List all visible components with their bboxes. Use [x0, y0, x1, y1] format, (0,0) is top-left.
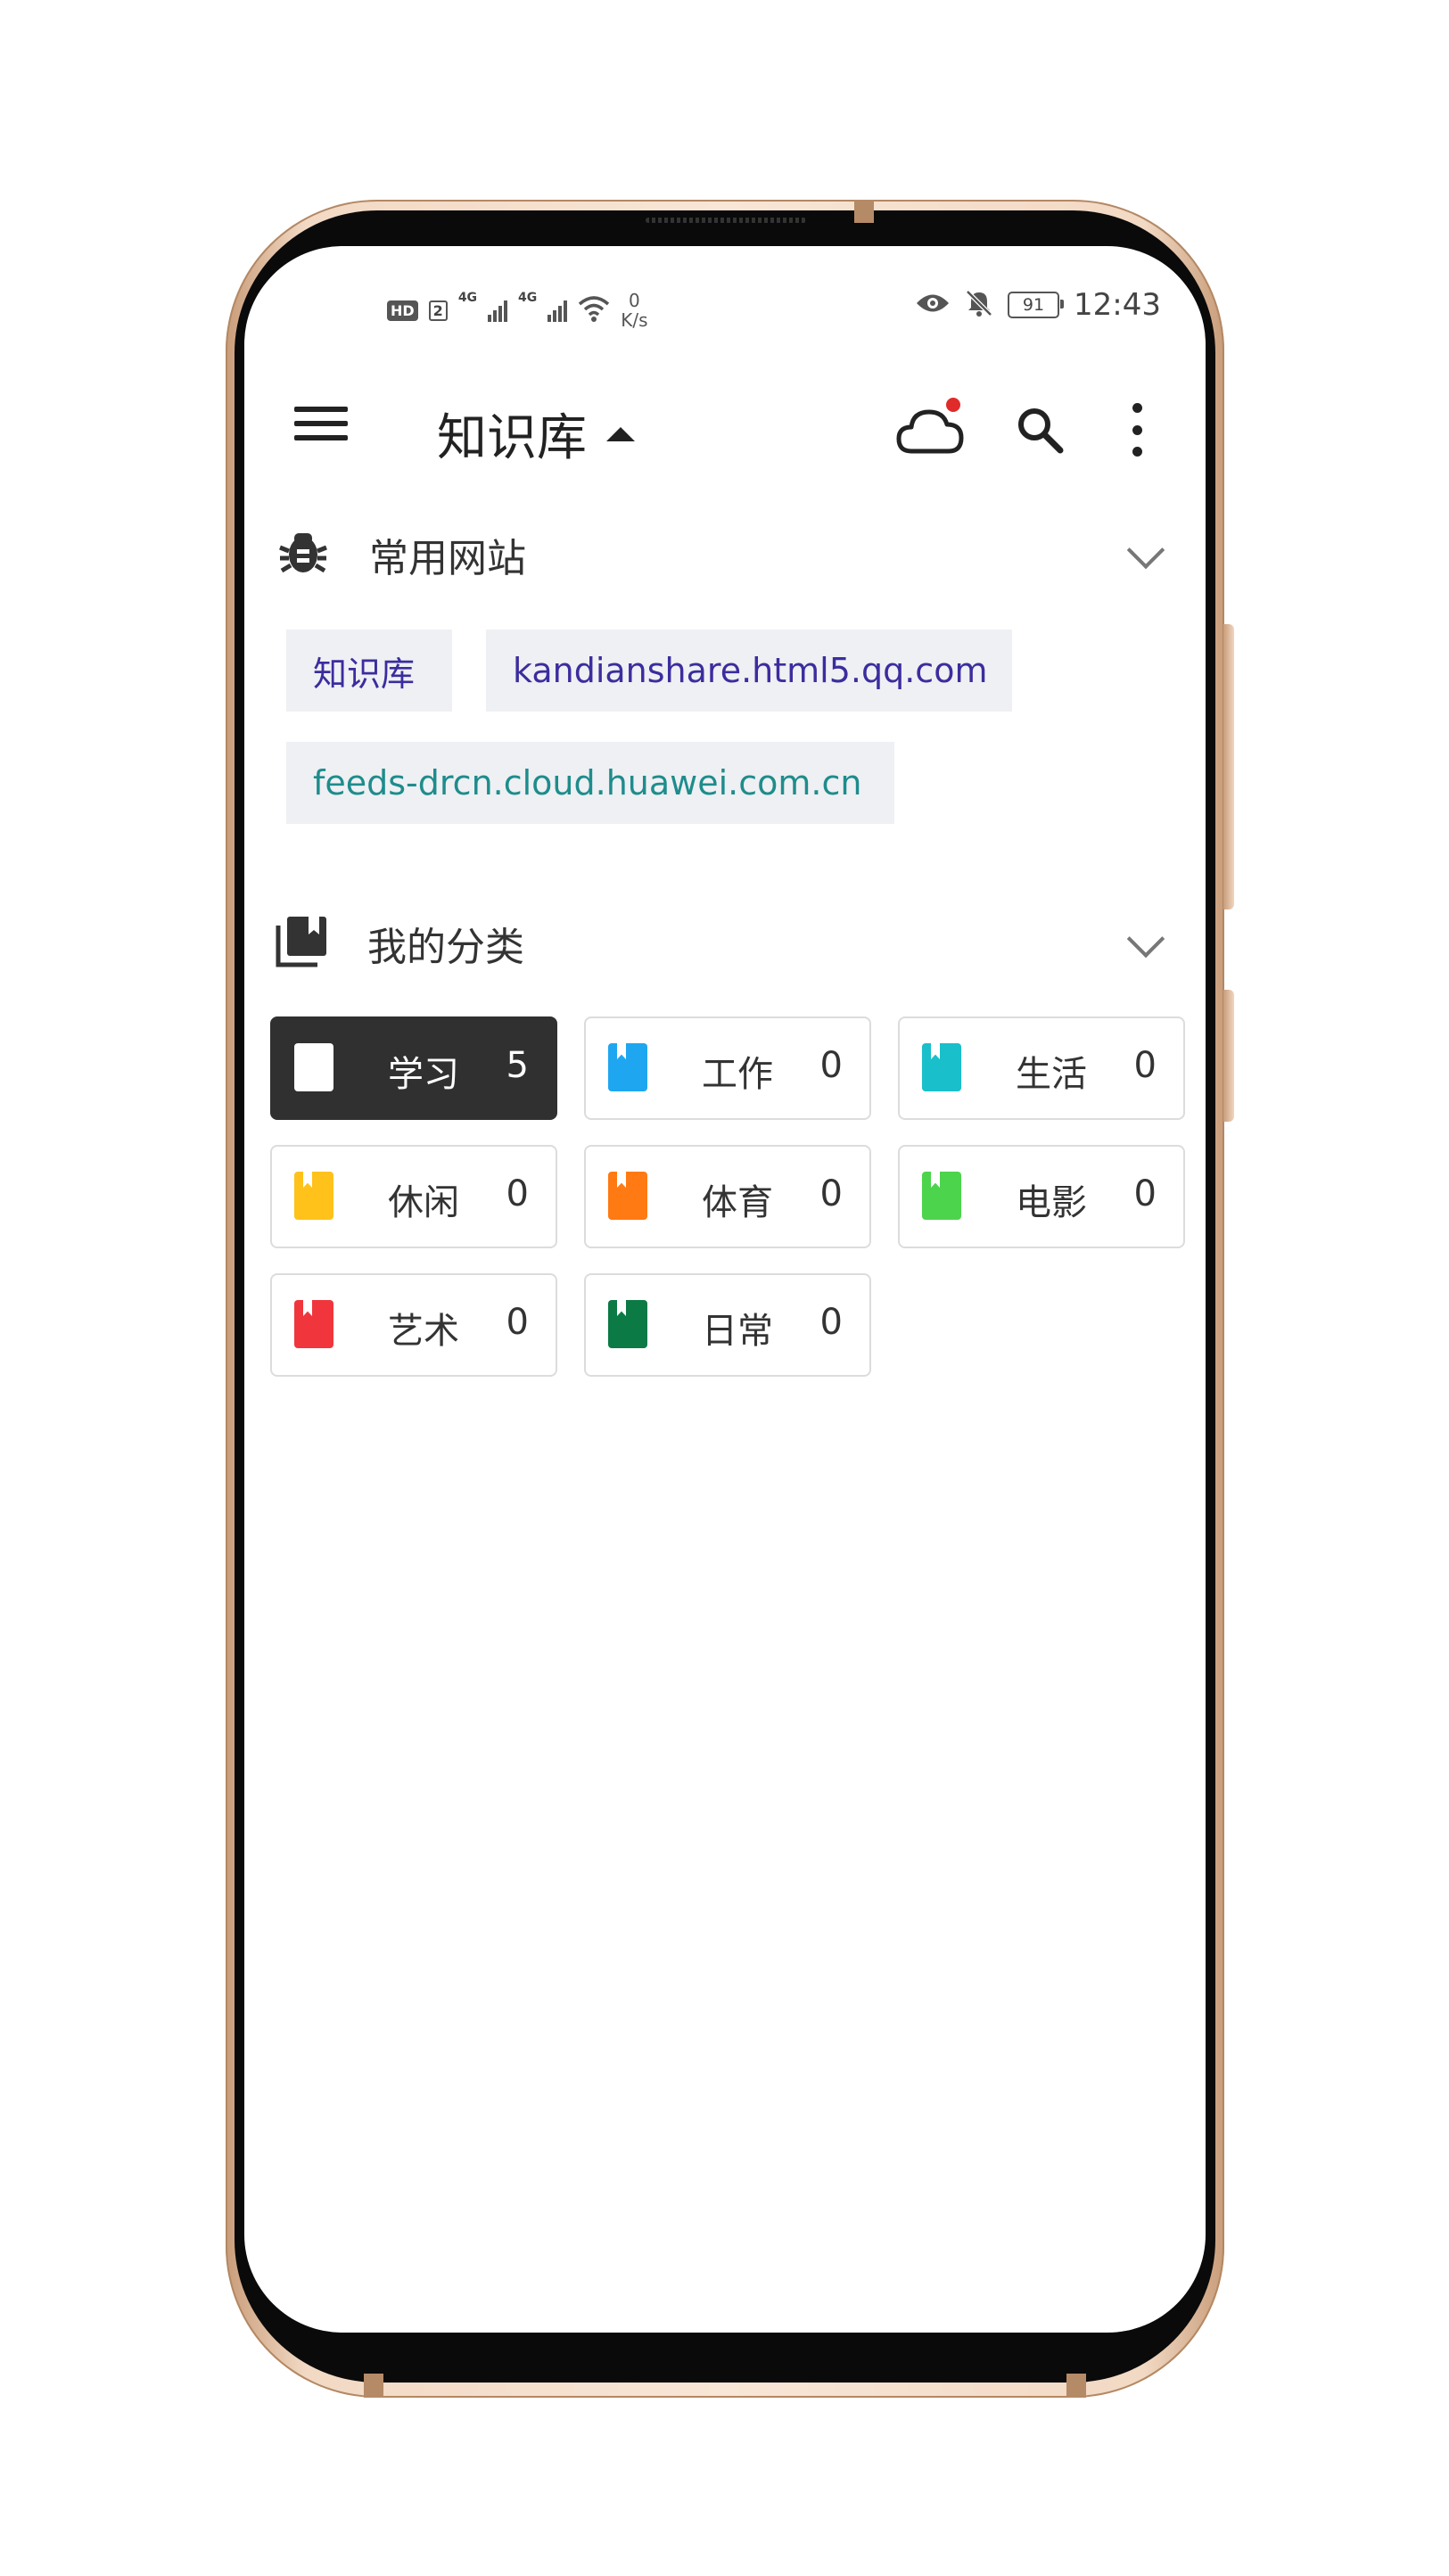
bug-icon — [276, 524, 330, 578]
category-card-art[interactable]: 艺术 0 — [270, 1273, 557, 1377]
bookmark-icon — [608, 1172, 647, 1220]
phone-screen: HD 2 4G 4G 0 K/s 91 12:43 知识库 常用网站 知识库 k… — [244, 246, 1206, 2333]
bookmark-icon — [608, 1300, 647, 1348]
category-label: 生活 — [1016, 1054, 1087, 1095]
bookmark-icon — [294, 1172, 333, 1220]
category-count: 0 — [819, 1173, 843, 1214]
frame-antenna-line — [1066, 2374, 1086, 2398]
chevron-down-icon[interactable] — [1126, 919, 1165, 959]
category-label: 日常 — [702, 1311, 773, 1352]
network-speed: 0 K/s — [621, 291, 647, 330]
site-chip-label: kandianshare.html5.qq.com — [513, 651, 988, 690]
frame-antenna-line — [364, 2374, 383, 2398]
category-label: 体育 — [702, 1182, 773, 1223]
signal-icon — [547, 299, 568, 322]
search-icon[interactable] — [1013, 403, 1066, 457]
category-count: 0 — [506, 1173, 529, 1214]
category-card-movies[interactable]: 电影 0 — [898, 1145, 1185, 1248]
category-count: 0 — [819, 1045, 843, 1086]
category-count: 0 — [819, 1302, 843, 1343]
caret-up-icon — [606, 426, 635, 441]
sites-section-header[interactable]: 常用网站 — [244, 515, 1206, 587]
more-options-icon[interactable] — [1124, 403, 1150, 457]
category-count: 0 — [506, 1302, 529, 1343]
mute-bell-icon — [965, 289, 993, 321]
site-chip-label: feeds-drcn.cloud.huawei.com.cn — [313, 763, 862, 802]
category-card-daily[interactable]: 日常 0 — [584, 1273, 871, 1377]
category-card-study[interactable]: 学习 5 — [270, 1016, 557, 1120]
site-chip[interactable]: feeds-drcn.cloud.huawei.com.cn — [286, 742, 894, 824]
site-chip[interactable]: 知识库 — [286, 630, 452, 712]
hd-icon: HD — [387, 300, 418, 321]
clock: 12:43 — [1074, 287, 1161, 323]
bookmark-icon — [294, 1043, 333, 1091]
category-card-sports[interactable]: 体育 0 — [584, 1145, 871, 1248]
category-label: 艺术 — [388, 1311, 459, 1352]
category-card-work[interactable]: 工作 0 — [584, 1016, 871, 1120]
sim-icon: 2 — [428, 300, 448, 321]
category-card-leisure[interactable]: 休闲 0 — [270, 1145, 557, 1248]
network-type-label: 4G — [457, 291, 478, 305]
network-speed-unit: K/s — [621, 309, 648, 331]
category-count: 0 — [1133, 1173, 1157, 1214]
site-chip-label: 知识库 — [313, 654, 416, 694]
section-title: 我的分类 — [367, 925, 524, 970]
battery-level: 91 — [1022, 295, 1045, 315]
title-dropdown[interactable]: 知识库 — [437, 398, 635, 470]
frame-antenna-line — [854, 200, 874, 223]
category-label: 工作 — [702, 1054, 773, 1095]
battery-icon: 91 — [1008, 292, 1065, 318]
wifi-icon — [578, 295, 610, 326]
page-title: 知识库 — [437, 409, 587, 467]
bookmark-icon — [608, 1043, 647, 1091]
category-label: 电影 — [1016, 1182, 1087, 1223]
app-toolbar: 知识库 — [244, 380, 1206, 478]
network-type-label: 4G — [518, 291, 538, 305]
category-count: 5 — [506, 1045, 529, 1086]
category-label: 学习 — [388, 1054, 459, 1095]
bookmark-icon — [294, 1300, 333, 1348]
earpiece-speaker — [646, 218, 806, 223]
section-title: 常用网站 — [369, 536, 526, 581]
notification-dot — [946, 398, 960, 412]
category-count: 0 — [1133, 1045, 1157, 1086]
network-speed-value: 0 — [629, 290, 640, 311]
menu-icon[interactable] — [294, 407, 348, 446]
library-books-icon — [273, 913, 326, 967]
site-chip[interactable]: kandianshare.html5.qq.com — [486, 630, 1012, 712]
cloud-sync-icon[interactable] — [895, 398, 967, 460]
status-bar: HD 2 4G 4G 0 K/s 91 12:43 — [244, 282, 1206, 335]
chevron-down-icon[interactable] — [1126, 531, 1165, 570]
volume-button — [1223, 624, 1234, 909]
category-card-life[interactable]: 生活 0 — [898, 1016, 1185, 1120]
power-button — [1223, 990, 1234, 1122]
eye-icon — [915, 292, 951, 318]
categories-section-header[interactable]: 我的分类 — [244, 904, 1206, 975]
bookmark-icon — [922, 1043, 961, 1091]
category-label: 休闲 — [388, 1182, 459, 1223]
signal-icon — [488, 299, 508, 322]
bookmark-icon — [922, 1172, 961, 1220]
